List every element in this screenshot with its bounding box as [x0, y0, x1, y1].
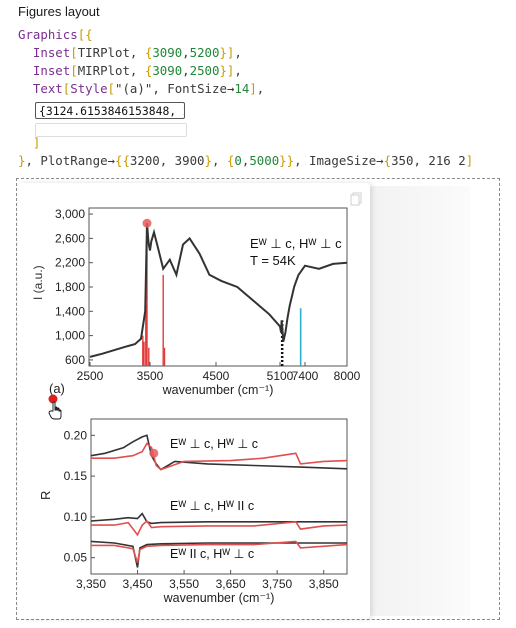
top-y-tick-label: 3,000 [55, 207, 85, 221]
bottom-annotation-2: Eᵂ ⊥ c, Hᵂ II c [170, 499, 254, 513]
bottom-series-line [90, 512, 347, 525]
top-x-tick-label: 3500 [137, 369, 164, 383]
top-y-tick-label: 1,000 [55, 329, 85, 343]
bottom-x-tick-label: 3,750 [262, 577, 292, 591]
bottom-annotation-1: Eᵂ ⊥ c, Hᵂ ⊥ c [170, 437, 258, 451]
bottom-series-line [91, 519, 348, 537]
top-y-tick-label: 600 [65, 353, 85, 367]
bottom-annotation-3: Eᵂ II c, Hᵂ ⊥ c [170, 547, 254, 561]
top-plot-frame [88, 207, 348, 367]
bottom-ylabel: R [38, 491, 53, 500]
top-y-tick-label: 1,800 [55, 280, 85, 294]
bottom-y-tick-label: 0.05 [64, 551, 88, 565]
bottom-y-tick-label: 0.10 [64, 510, 88, 524]
bottom-y-tick-label: 0.20 [64, 428, 88, 442]
figure-canvas: 600 1,000 1,400 1,800 2,200 2,600 3,000 2500 350… [31, 207, 361, 605]
top-y-tick-label: 2,200 [55, 256, 85, 270]
top-annotation-temperature: T = 54K [250, 253, 296, 268]
bottom-x-tick-label: 3,650 [216, 577, 246, 591]
top-x-tick-label: 7400 [292, 369, 319, 383]
top-x-axis-label: wavenumber (cm⁻¹) [162, 383, 274, 397]
top-ylabel: I (a.u.) [31, 265, 45, 300]
bottom-x-tick-label: 3,350 [76, 577, 106, 591]
top-y-tick-label: 2,600 [55, 231, 85, 245]
hand-cursor-icon [48, 401, 62, 420]
bottom-x-tick-label: 3,550 [169, 577, 199, 591]
top-x-tick-label: 2500 [77, 369, 104, 383]
top-peak-marker [142, 218, 152, 228]
bottom-x-tick-label: 3,850 [309, 577, 339, 591]
bottom-peak-marker [149, 448, 159, 458]
bottom-x-tick-label: 3,450 [123, 577, 153, 591]
bottom-y-tick-label: 0.15 [64, 469, 88, 483]
top-x-tick-label: 4500 [203, 369, 230, 383]
top-x-tick-label: 8000 [334, 369, 361, 383]
panel-label-a: (a) [49, 381, 65, 396]
top-annotation-polarization: Eᵂ ⊥ c, Hᵂ ⊥ c [250, 236, 342, 251]
bottom-x-axis-label: wavenumber (cm⁻¹) [163, 591, 275, 605]
top-x-tick-label: 5100 [267, 369, 294, 383]
top-y-tick-label: 1,400 [55, 304, 85, 318]
